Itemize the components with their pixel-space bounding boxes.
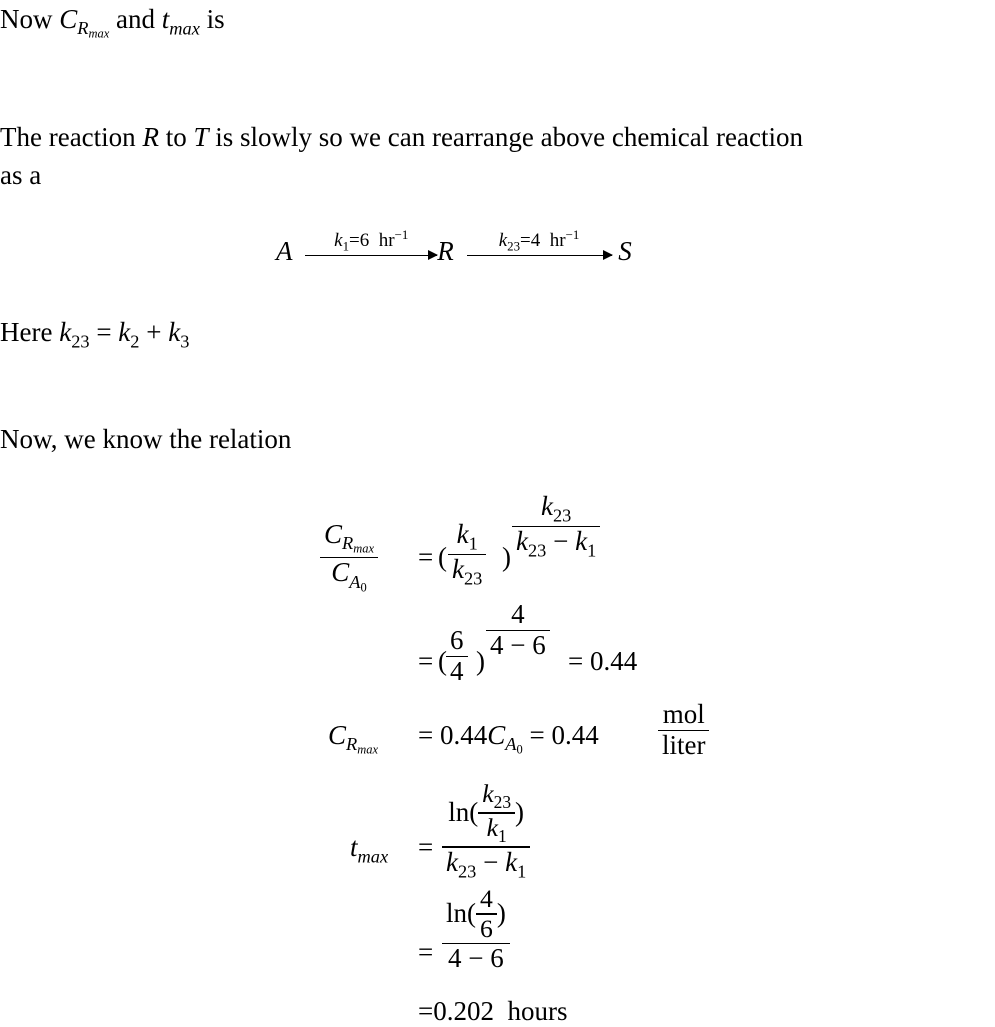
intro-text: Now	[0, 4, 53, 34]
intro-text: is	[206, 4, 225, 34]
here-line: Here k23 = k2 + k3	[0, 313, 189, 360]
result-value: = 0.44	[568, 646, 638, 676]
intro-text: and	[116, 4, 155, 34]
arrow-right-icon	[466, 248, 613, 263]
text: The reaction	[0, 122, 136, 152]
subscript: 23	[71, 331, 90, 352]
result-unit: hours	[507, 996, 568, 1026]
paragraph-line-2: as a	[0, 160, 42, 190]
reaction-arrow-2: k23=4 hr−1	[466, 227, 613, 263]
species-s: S	[618, 236, 632, 266]
unit-fraction: mol liter	[658, 699, 710, 761]
relation-intro: Now, we know the relation	[0, 424, 292, 454]
paragraph-line-1: The reaction R to T is slowly so we can …	[0, 118, 803, 156]
close-paren: )	[476, 646, 485, 676]
text: is slowly so we can rearrange above chem…	[215, 122, 803, 152]
equals-sign: =	[418, 542, 434, 572]
exponent-fraction: k23 k23 − k1	[512, 491, 601, 561]
open-paren: (	[438, 542, 447, 572]
base-fraction: 6 4	[446, 625, 468, 687]
arrow-right-icon	[305, 248, 439, 263]
value-expression: 0.44CA0 = 0.44	[440, 720, 599, 758]
equals-sign: =	[418, 720, 434, 750]
text: to	[165, 122, 187, 152]
subscript: 3	[180, 331, 190, 352]
tmax-numeric-fraction: ln(4 6) 4 − 6	[442, 884, 510, 974]
reaction-arrow-1: k1=6 hr−1	[305, 227, 439, 263]
species-r: R	[437, 236, 454, 266]
arrow-2-label: k23=4 hr−1	[498, 227, 580, 254]
equals-sign: =	[418, 832, 434, 862]
exponent-fraction: 4 4 − 6	[486, 599, 550, 661]
close-paren: )	[502, 542, 511, 572]
arrow-1-label: k1=6 hr−1	[334, 227, 409, 254]
t-max-symbol: tmax	[350, 832, 389, 867]
base-fraction: k1 k23	[448, 519, 487, 589]
text: Here	[0, 317, 53, 347]
c-r-max-symbol: CRmax	[59, 4, 110, 42]
equals: =	[89, 317, 119, 347]
reaction-scheme: A k1=6 hr−1 R k23=4 hr−1 S	[276, 227, 632, 267]
plus: +	[139, 317, 169, 347]
result-value: 0.202	[433, 996, 494, 1026]
equation-6: =0.202 hours	[418, 996, 567, 1027]
t-max-symbol: tmax	[161, 4, 200, 39]
k-symbol: k	[59, 317, 72, 347]
k-symbol: k	[168, 317, 181, 347]
equals-sign: =	[418, 937, 434, 967]
tmax-fraction: ln(k23 k1) k23 − k1	[442, 779, 531, 881]
equals-sign: =	[418, 646, 434, 676]
k-symbol: k	[118, 317, 131, 347]
equals-sign: =	[418, 996, 434, 1026]
species-t: T	[193, 122, 209, 152]
intro-line: Now CRmax and tmax is	[0, 0, 225, 53]
species-a: A	[276, 236, 293, 266]
c-r-max-symbol: CRmax	[328, 720, 379, 758]
species-r: R	[142, 122, 159, 152]
lhs-fraction: CRmax CA0	[320, 519, 379, 595]
